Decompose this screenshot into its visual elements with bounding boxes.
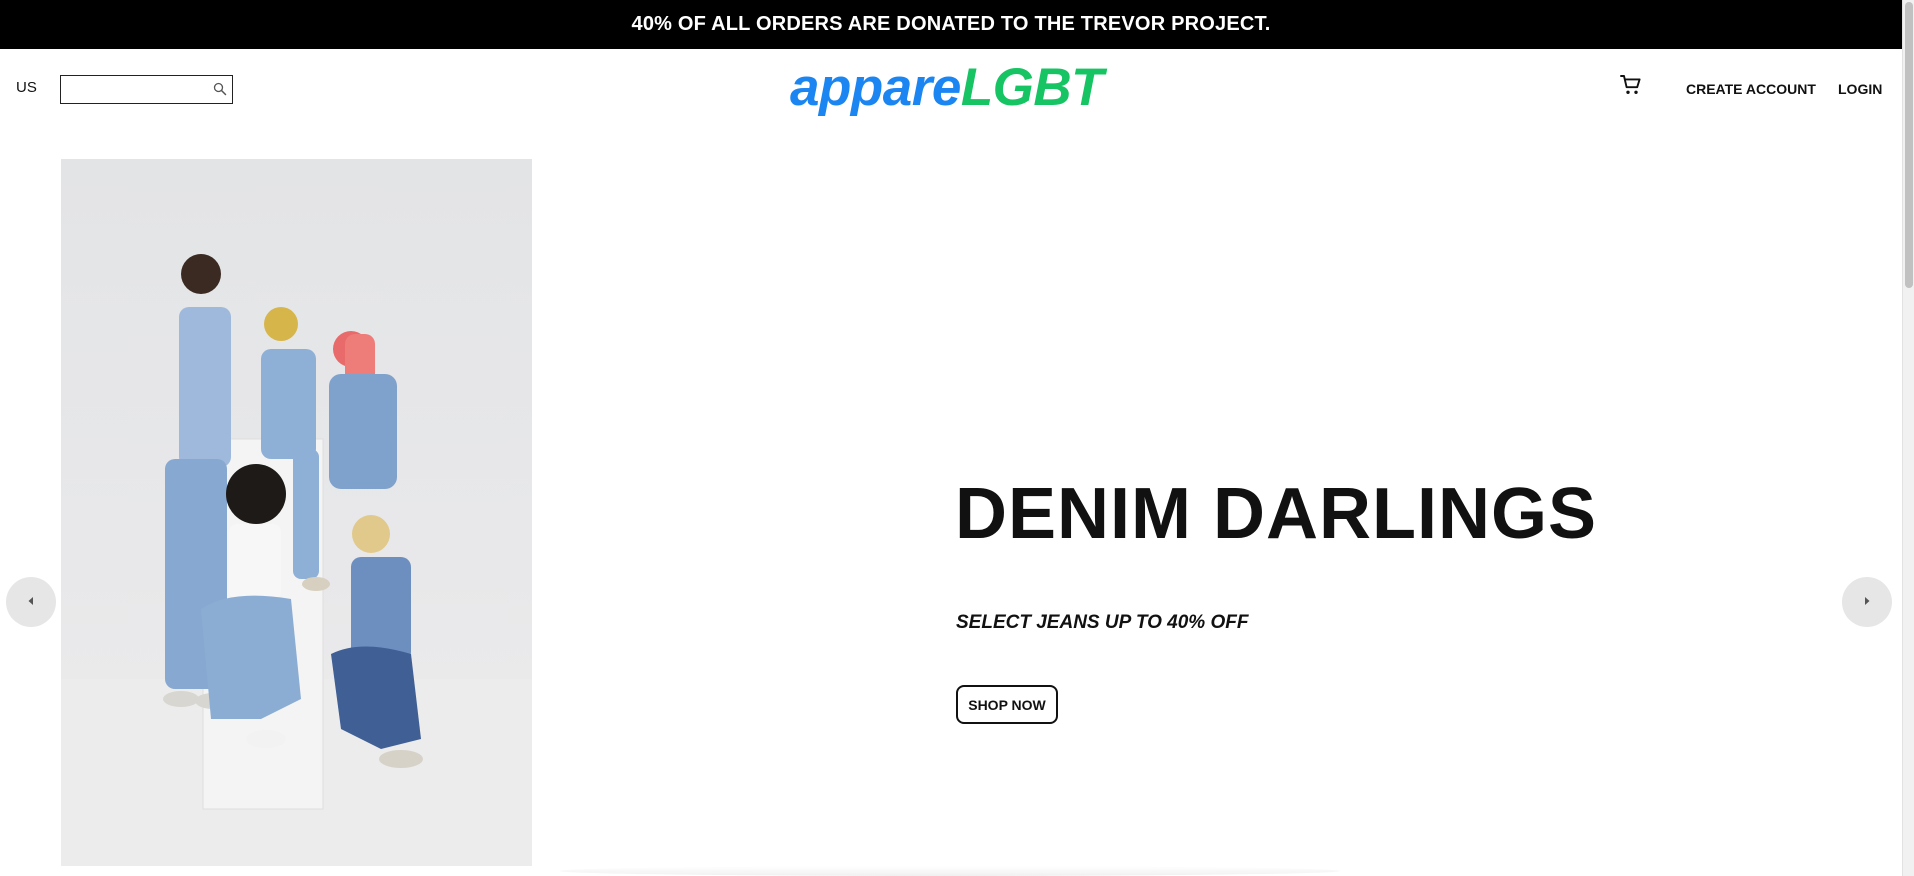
logo-text-accent: LGBT xyxy=(960,58,1104,117)
chevron-right-icon xyxy=(1862,593,1872,611)
search-icon[interactable] xyxy=(212,81,228,97)
announcement-bar: 40% OF ALL ORDERS ARE DONATED TO THE TRE… xyxy=(0,0,1902,49)
site-header: US appareLGBT CREATE ACCOUNT LOGIN xyxy=(0,49,1902,129)
search-input[interactable] xyxy=(61,76,201,102)
create-account-link[interactable]: CREATE ACCOUNT xyxy=(1686,81,1816,97)
carousel-prev-button[interactable] xyxy=(6,577,56,627)
section-shadow xyxy=(560,866,1340,876)
cart-icon[interactable] xyxy=(1619,73,1643,97)
scrollbar-thumb[interactable] xyxy=(1905,2,1913,288)
hero-image xyxy=(61,159,532,866)
carousel-next-button[interactable] xyxy=(1842,577,1892,627)
site-logo[interactable]: appareLGBT xyxy=(790,58,1104,117)
hero-title: DENIM DARLINGS xyxy=(955,474,1597,554)
announcement-text: 40% OF ALL ORDERS ARE DONATED TO THE TRE… xyxy=(631,13,1271,35)
logo-text-primary: appare xyxy=(790,58,961,117)
login-link[interactable]: LOGIN xyxy=(1838,81,1882,97)
search-box xyxy=(60,75,233,104)
hero-subtitle: SELECT JEANS UP TO 40% OFF xyxy=(956,612,1249,633)
chevron-left-icon xyxy=(26,593,36,611)
locale-selector[interactable]: US xyxy=(16,79,37,96)
page-scrollbar[interactable] xyxy=(1902,0,1914,876)
shop-now-button[interactable]: SHOP NOW xyxy=(956,685,1058,724)
